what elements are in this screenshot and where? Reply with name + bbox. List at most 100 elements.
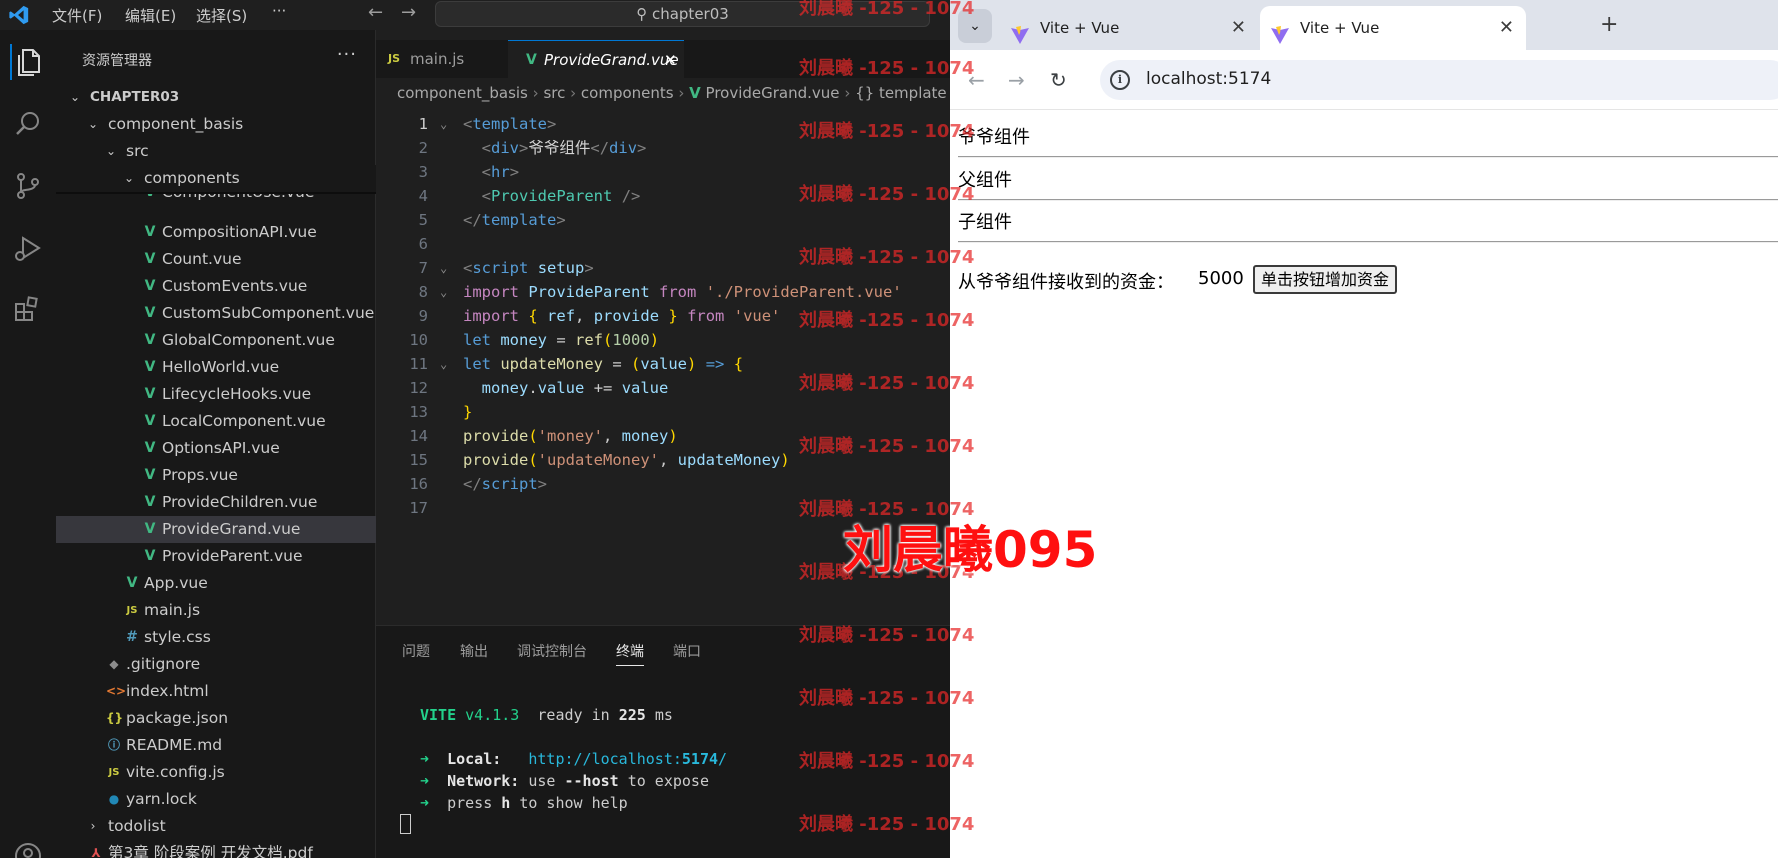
tree-item-label: ProvideChildren.vue: [162, 493, 318, 511]
watermark-text: 刘晨曦 -125 - 1074: [799, 373, 975, 394]
tree-file[interactable]: V CustomEvents.vue: [56, 273, 376, 300]
tree-file[interactable]: V Count.vue: [56, 246, 376, 273]
breadcrumb-item[interactable]: component_basis: [397, 84, 528, 102]
menu-edit[interactable]: 编辑(E): [125, 5, 176, 26]
chevron-down-icon: ⌄: [123, 171, 135, 185]
watermark-big-text: 刘晨曦095: [843, 521, 1098, 579]
new-tab-button[interactable]: +: [1600, 12, 1618, 37]
tree-file[interactable]: <> index.html: [56, 678, 376, 705]
tree-file[interactable]: V OptionsAPI.vue: [56, 435, 376, 462]
search-icon[interactable]: [10, 106, 46, 142]
tree-file[interactable]: V LocalComponent.vue: [56, 408, 376, 435]
tree-file[interactable]: V ProvideGrand.vue: [56, 516, 376, 543]
tree-item-label: yarn.lock: [126, 790, 197, 808]
forward-arrow-icon[interactable]: →: [401, 2, 416, 23]
panel-tab-ports[interactable]: 端口: [673, 641, 701, 661]
site-info-icon[interactable]: i: [1110, 70, 1130, 90]
tree-file[interactable]: {} package.json: [56, 705, 376, 732]
js-file-icon: JS: [388, 52, 401, 65]
tree-file[interactable]: V ProvideParent.vue: [56, 543, 376, 570]
add-money-button[interactable]: 单击按钮增加资金: [1253, 265, 1398, 294]
explorer-more-button[interactable]: ···: [337, 44, 357, 65]
tree-file[interactable]: JS vite.config.js: [56, 759, 376, 786]
tree-file[interactable]: ◆ .gitignore: [56, 651, 376, 678]
tree-file[interactable]: V GlobalComponent.vue: [56, 327, 376, 354]
tree-item-label: CHAPTER03: [90, 89, 180, 105]
menu-file[interactable]: 文件(F): [52, 5, 102, 26]
html-file-icon: <>: [106, 684, 127, 698]
tree-item-label: CompositionAPI.vue: [162, 223, 317, 241]
code-line: 8 ⌄ import ProvideParent from './ProvidePa…: [418, 283, 902, 301]
vue-file-icon: V: [144, 224, 156, 240]
breadcrumb-item[interactable]: {} template: [855, 84, 947, 102]
tab-main-js[interactable]: JS main.js: [376, 40, 508, 78]
menu-selection[interactable]: 选择(S): [196, 5, 247, 26]
terminal-line: ➜ press h to show help: [420, 794, 628, 812]
tree-file[interactable]: V LifecycleHooks.vue: [56, 381, 376, 408]
browser-tab-active[interactable]: Vite + Vue ✕: [1260, 6, 1526, 50]
divider: [958, 241, 1778, 243]
watermark-text: 刘晨曦 -125 - 1074: [799, 58, 975, 79]
tree-folder[interactable]: ⌄ component_basis: [56, 111, 376, 138]
tree-file[interactable]: V ProvideChildren.vue: [56, 489, 376, 516]
tree-item-label: OptionsAPI.vue: [162, 439, 280, 457]
back-arrow-icon[interactable]: ←: [368, 2, 383, 23]
forward-arrow-icon[interactable]: →: [1008, 68, 1025, 92]
money-label: 从爷爷组件接收到的资金：: [958, 272, 1174, 293]
tree-folder[interactable]: ⌄ components: [56, 165, 376, 192]
account-icon[interactable]: [10, 838, 46, 858]
tree-file[interactable]: V HelloWorld.vue: [56, 354, 376, 381]
panel-tab-terminal[interactable]: 终端: [616, 641, 644, 666]
panel-tab-debug-console[interactable]: 调试控制台: [517, 641, 587, 661]
tab-close-icon[interactable]: ✕: [1499, 6, 1514, 50]
vscode-logo-icon: [8, 4, 30, 30]
tree-file[interactable]: # style.css: [56, 624, 376, 651]
tree-item-label: ProvideGrand.vue: [162, 520, 301, 538]
explorer-icon[interactable]: [10, 44, 46, 80]
tab-close-icon[interactable]: ✕: [1231, 6, 1246, 50]
divider: [958, 199, 1778, 201]
vue-file-icon: V: [144, 332, 156, 348]
tree-folder[interactable]: ⌄ CHAPTER03: [56, 84, 376, 111]
tree-file[interactable]: ⓘ README.md: [56, 732, 376, 759]
run-debug-icon[interactable]: [10, 230, 46, 266]
tab-provide-grand[interactable]: V ProvideGrand.vue ✕: [508, 40, 684, 78]
tree-item-label: component_basis: [108, 115, 244, 133]
tree-item-label: GlobalComponent.vue: [162, 331, 335, 349]
address-bar[interactable]: i localhost:5174: [1100, 60, 1778, 100]
tree-item-label: CustomSubComponent.vue: [162, 304, 375, 322]
chevron-down-icon: ⌄: [105, 144, 117, 158]
menu-more[interactable]: ···: [272, 2, 286, 20]
tree-folder[interactable]: › todolist: [56, 813, 376, 840]
panel-tab-problems[interactable]: 问题: [402, 641, 430, 661]
child-component-label: 子组件: [958, 212, 1012, 233]
browser-toolbar: ← → ↻ i localhost:5174: [950, 50, 1778, 110]
tree-file[interactable]: ⅄ 第3章 阶段案例 开发文档.pdf: [56, 840, 376, 858]
tab-label: ProvideGrand.vue: [544, 51, 679, 69]
tree-file[interactable]: V CustomSubComponent.vue: [56, 300, 376, 327]
watermark-text: 刘晨曦 -125 - 1074: [799, 184, 975, 205]
panel-tab-output[interactable]: 输出: [460, 641, 488, 661]
tree-item-label: main.js: [144, 601, 201, 619]
breadcrumb-item[interactable]: components: [581, 84, 674, 102]
source-control-icon[interactable]: [10, 168, 46, 204]
tree-item-label: README.md: [126, 736, 223, 754]
tab-close-icon[interactable]: ✕: [664, 41, 677, 79]
tree-file[interactable]: V Props.vue: [56, 462, 376, 489]
watermark-text: 刘晨曦 -125 - 1074: [799, 247, 975, 268]
reload-icon[interactable]: ↻: [1050, 68, 1067, 92]
tree-folder[interactable]: ⌄ src: [56, 138, 376, 165]
browser-tab[interactable]: Vite + Vue ✕: [1000, 6, 1258, 50]
watermark-text: 刘晨曦 -125 - 1074: [799, 121, 975, 142]
tree-file[interactable]: ● yarn.lock: [56, 786, 376, 813]
tree-file[interactable]: JS main.js: [56, 597, 376, 624]
js-file-icon: JS: [108, 767, 120, 778]
tree-item-label: LifecycleHooks.vue: [162, 385, 312, 403]
breadcrumb-item[interactable]: ProvideGrand.vue: [706, 84, 840, 102]
vue-file-icon: V: [144, 359, 156, 375]
tree-file[interactable]: V App.vue: [56, 570, 376, 597]
tree-file[interactable]: V CompositionAPI.vue: [56, 219, 376, 246]
code-line: 13}: [409, 403, 473, 421]
breadcrumb-item[interactable]: src: [543, 84, 565, 102]
extensions-icon[interactable]: [10, 292, 46, 328]
